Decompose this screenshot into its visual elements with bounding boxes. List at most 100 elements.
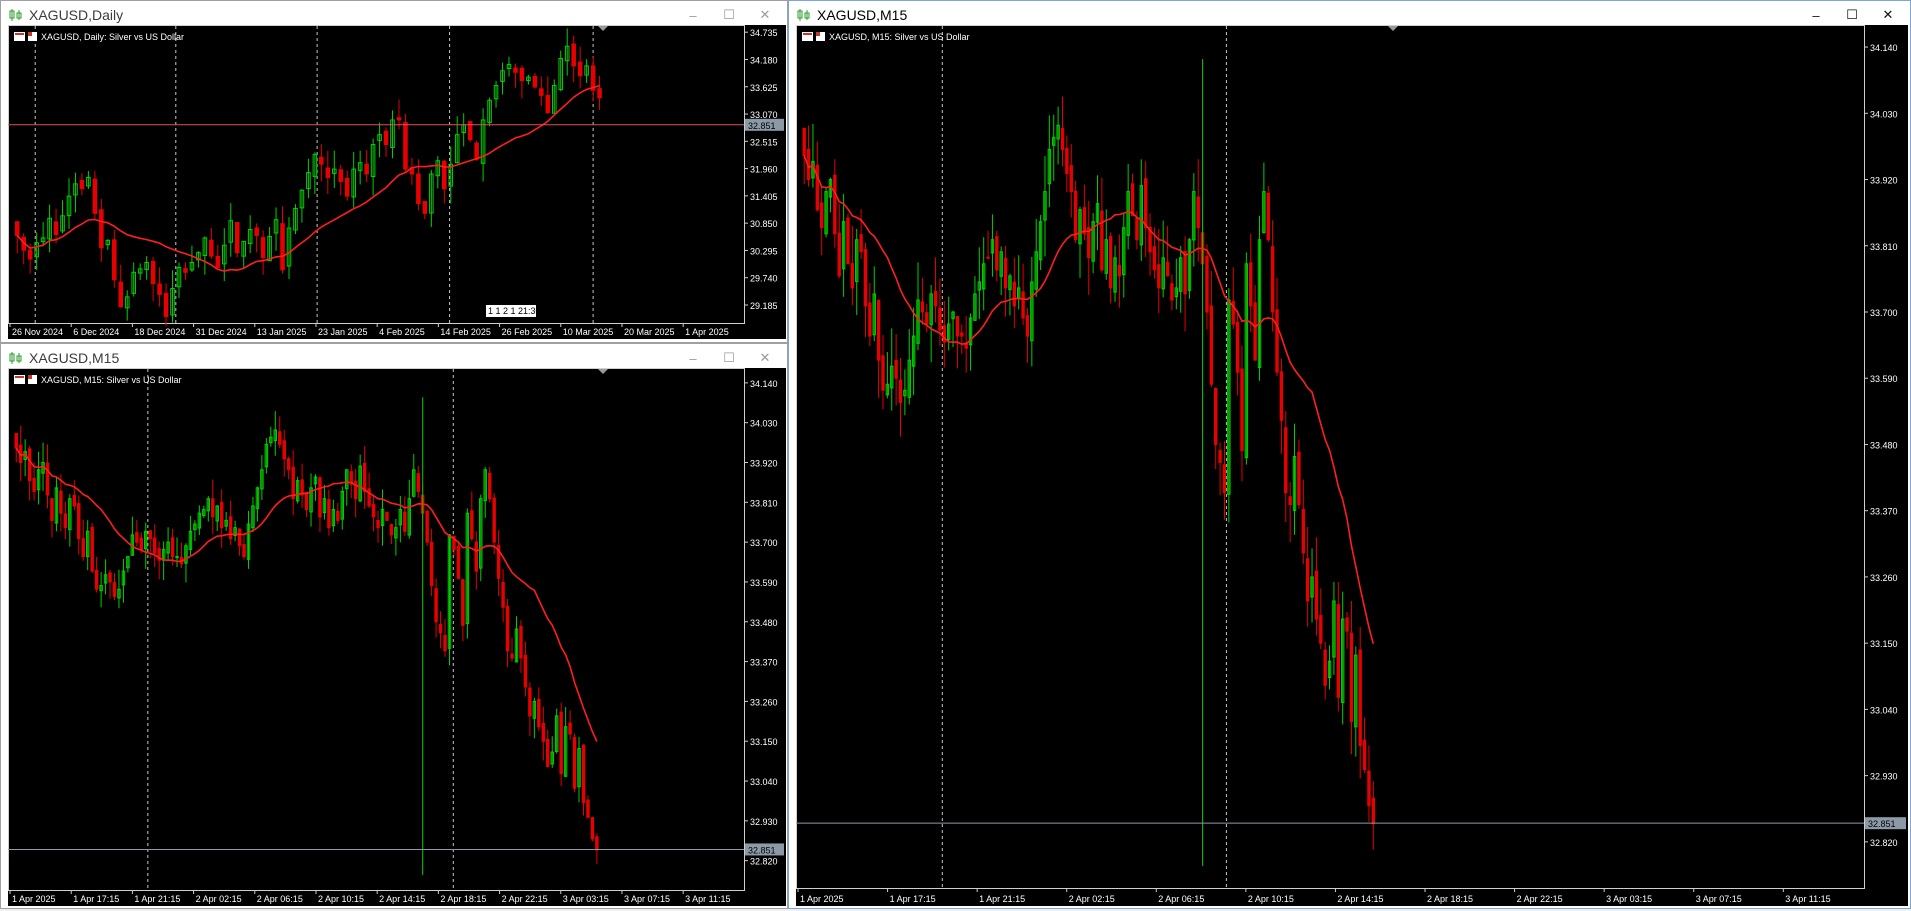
- candle-body: [27, 249, 33, 260]
- candle-body: [336, 510, 340, 521]
- candle-body: [920, 301, 925, 313]
- y-tick-label: 33.480: [1870, 440, 1898, 450]
- bar-timer: 1 1 2 1 21:30: [488, 306, 541, 316]
- y-tick-label: 34.140: [750, 379, 778, 389]
- x-tick-label: 2 Apr 10:15: [318, 894, 364, 904]
- current-price-label: 32.851: [748, 845, 776, 855]
- candle-body: [1218, 450, 1222, 464]
- candle-body: [1087, 227, 1091, 259]
- candle-body: [53, 221, 59, 235]
- candle-body: [237, 528, 242, 547]
- x-tick-label: 3 Apr 11:15: [685, 894, 730, 904]
- window-daily[interactable]: XAGUSD,Daily – ☐ ✕ 34.735 34.180 33.625 33.…: [0, 0, 788, 343]
- candle-body: [416, 473, 420, 492]
- candle-body: [933, 290, 938, 307]
- chart-daily[interactable]: 34.735 34.180 33.625 33.070 32.515 31.960 31.4…: [8, 25, 786, 339]
- x-tick-label: 23 Jan 2025: [318, 327, 368, 337]
- window-m15-large[interactable]: XAGUSD,M15 – ☐ ✕ 34.140 34.030 33.920 33.81…: [788, 0, 1911, 909]
- candle-body: [319, 156, 324, 165]
- candle-body: [1323, 649, 1327, 686]
- candle-body: [938, 307, 942, 331]
- candle-body: [254, 227, 259, 236]
- candle-body: [846, 217, 850, 265]
- plot-border: [8, 25, 745, 324]
- candle-body: [389, 524, 394, 536]
- chart-canvas-m15-large[interactable]: 34.140 34.030 33.920 33.810 33.700 33.590 33.4…: [796, 25, 1908, 906]
- candle-body: [492, 497, 496, 543]
- candle-body: [474, 142, 479, 160]
- candle-body: [228, 516, 233, 540]
- candle-body: [1336, 604, 1341, 698]
- x-tick-label: 2 Apr 18:15: [440, 894, 486, 904]
- chart-m15-small[interactable]: 34.140 34.030 33.920 33.810 33.700 33.590 33.4…: [8, 368, 786, 906]
- candle-body: [586, 799, 590, 818]
- chart-shift-marker: [598, 369, 608, 374]
- chart-m15-large[interactable]: 34.140 34.030 33.920 33.810 33.700 33.590 33.4…: [796, 25, 1908, 906]
- candle-body: [396, 117, 402, 121]
- candle-body: [581, 744, 586, 804]
- candle-body: [32, 477, 36, 492]
- candle-body: [505, 605, 510, 652]
- candle-body: [1196, 196, 1200, 229]
- candle-body: [45, 462, 50, 496]
- candle-body: [1060, 127, 1065, 150]
- candle-body: [1235, 321, 1240, 373]
- candle-body: [291, 466, 295, 500]
- y-tick-label: 33.040: [750, 777, 778, 787]
- x-tick-label: 1 Apr 21:15: [979, 894, 1025, 904]
- candle-body: [429, 541, 434, 587]
- candle-body: [163, 292, 169, 318]
- candle-body: [577, 61, 583, 77]
- y-tick-label: 33.370: [1870, 507, 1898, 517]
- flag-icon-corner: [28, 375, 32, 379]
- chart-canvas-daily[interactable]: 34.735 34.180 33.625 33.070 32.515 31.960 31.4…: [8, 25, 786, 339]
- candle-body: [286, 458, 291, 471]
- chart-shift-marker: [1388, 26, 1398, 31]
- y-tick-label: 32.820: [1870, 838, 1898, 848]
- y-tick-label: 33.040: [1870, 705, 1898, 715]
- candle-body: [1371, 797, 1376, 825]
- candle-body: [467, 121, 473, 141]
- candle-body: [215, 255, 221, 268]
- candle-body: [362, 462, 367, 492]
- candle-body: [546, 738, 550, 768]
- candle-body: [148, 530, 152, 540]
- candle-body: [1358, 649, 1362, 747]
- x-tick-label: 20 Mar 2025: [624, 327, 675, 337]
- candle-body: [438, 624, 443, 634]
- x-tick-label: 26 Nov 2024: [12, 327, 63, 337]
- y-tick-label: 33.590: [750, 578, 778, 588]
- x-tick-label: 2 Apr 18:15: [1427, 894, 1473, 904]
- x-tick-label: 18 Dec 2024: [134, 327, 185, 337]
- candle-body: [986, 256, 990, 259]
- candle-body: [282, 440, 286, 460]
- candle-body: [112, 582, 117, 597]
- candle-body: [152, 537, 157, 554]
- y-tick-label: 33.260: [750, 697, 778, 707]
- y-tick-label: 33.480: [750, 618, 778, 628]
- candle-body: [27, 448, 32, 482]
- window-m15-small[interactable]: XAGUSD,M15 – ☐ ✕ 34.140 34.030 33.920 33.81…: [0, 343, 788, 909]
- chart-canvas-m15-small[interactable]: 34.140 34.030 33.920 33.810 33.700 33.590 33.4…: [8, 368, 786, 906]
- plot-border: [8, 368, 745, 891]
- y-tick-label: 30.295: [750, 246, 778, 256]
- candle-body: [537, 698, 541, 728]
- candle-body: [14, 433, 18, 449]
- flag-icon-corner: [28, 32, 32, 36]
- x-tick-label: 3 Apr 03:15: [1606, 894, 1652, 904]
- candle-body: [422, 200, 428, 214]
- candle-body: [1279, 371, 1284, 421]
- candle-body: [79, 179, 85, 190]
- candle-body: [590, 817, 595, 840]
- candle-body: [501, 581, 505, 608]
- x-tick-label: 1 Apr 17:15: [73, 894, 119, 904]
- candle-body: [1362, 739, 1367, 771]
- y-tick-label: 30.850: [750, 219, 778, 229]
- candle-body: [260, 237, 266, 259]
- candle-body: [1284, 427, 1288, 494]
- y-tick-label: 31.960: [750, 165, 778, 175]
- candle-body: [338, 169, 344, 182]
- candle-body: [1143, 178, 1148, 229]
- candle-body: [572, 737, 577, 789]
- candle-body: [837, 232, 841, 277]
